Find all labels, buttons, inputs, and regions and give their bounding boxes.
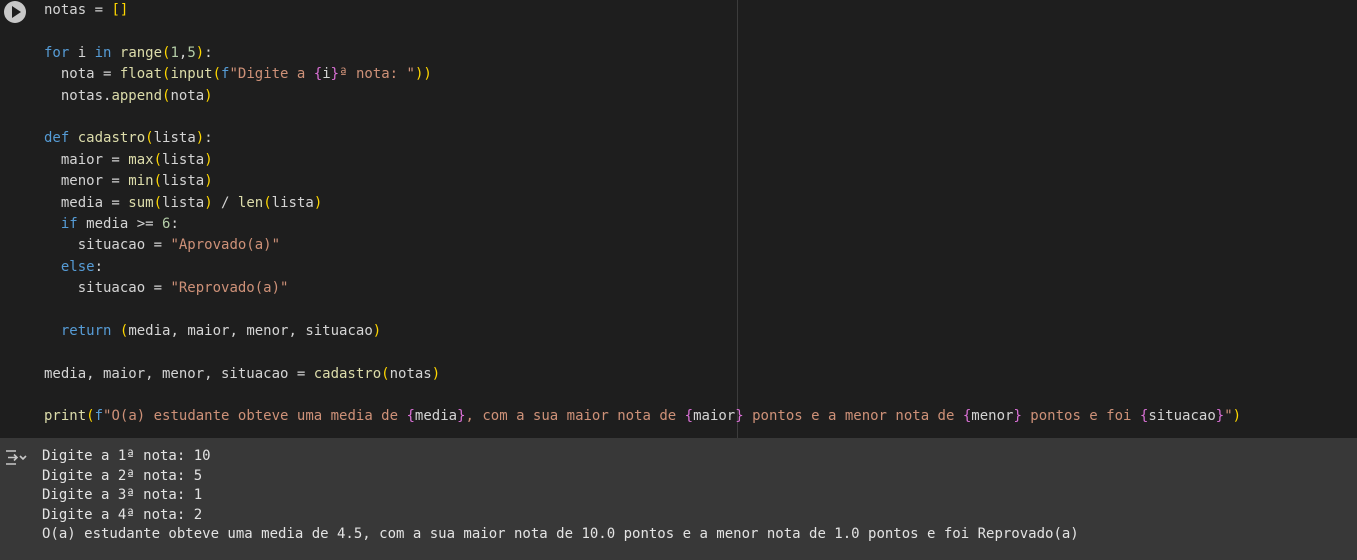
- code-line: maior = max(lista): [44, 151, 213, 168]
- output-area: Digite a 1ª nota: 10 Digite a 2ª nota: 5 D…: [0, 438, 1357, 560]
- output-line: Digite a 3ª nota: 1: [42, 487, 203, 504]
- run-cell-button[interactable]: [4, 1, 26, 23]
- output-line: O(a) estudante obteve uma media de 4.5, …: [42, 526, 1079, 543]
- output-toggle-icon[interactable]: [4, 448, 28, 468]
- code-line: ​: [44, 385, 1241, 406]
- code-cell[interactable]: notas = [] ​ for i in range(1,5): nota = f…: [0, 0, 1357, 438]
- code-editor[interactable]: notas = [] ​ for i in range(1,5): nota = f…: [44, 0, 1241, 428]
- code-line: media, maior, menor, situacao = cadastro…: [44, 365, 441, 382]
- code-line: situacao = "Reprovado(a)": [44, 280, 289, 297]
- code-line: ​: [44, 21, 1241, 42]
- code-line: nota = float(input(f"Digite a {i}ª nota:…: [44, 66, 432, 83]
- code-line: menor = min(lista): [44, 173, 213, 190]
- output-line: Digite a 2ª nota: 5: [42, 467, 203, 484]
- code-line: ​: [44, 342, 1241, 363]
- code-line: def cadastro(lista):: [44, 130, 213, 147]
- code-line: situacao = "Aprovado(a)": [44, 237, 281, 254]
- output-text: Digite a 1ª nota: 10 Digite a 2ª nota: 5 D…: [42, 447, 1079, 545]
- output-line: Digite a 1ª nota: 10: [42, 448, 211, 464]
- output-line: Digite a 4ª nota: 2: [42, 506, 203, 523]
- code-line: return (media, maior, menor, situacao): [60, 322, 382, 339]
- code-line: for i in range(1,5):: [44, 44, 213, 61]
- code-line: ​: [44, 107, 1241, 128]
- code-line: media = sum(lista) / len(lista): [44, 194, 323, 211]
- code-line: ​: [44, 299, 1241, 320]
- code-line: else:: [60, 258, 104, 275]
- code-line: notas.append(nota): [44, 87, 213, 104]
- code-line: if media >= 6:: [60, 215, 179, 232]
- code-line: print(f"O(a) estudante obteve uma media …: [44, 408, 1242, 425]
- code-line: notas = []: [44, 2, 129, 18]
